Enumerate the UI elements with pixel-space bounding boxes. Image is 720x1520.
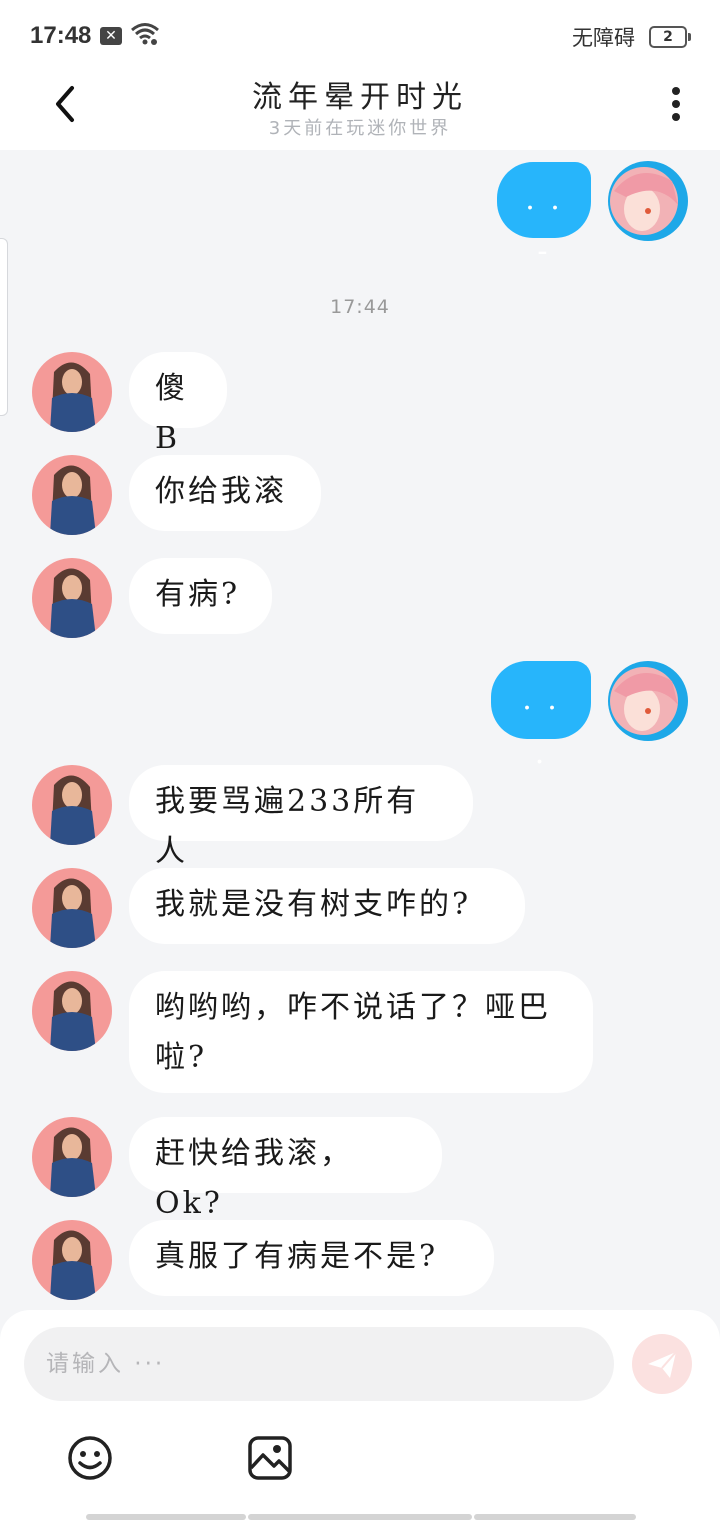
- friend-avatar[interactable]: [32, 1117, 112, 1197]
- friend-message-bubble[interactable]: 赶快给我滚，Ok?: [129, 1117, 442, 1221]
- friend-avatar[interactable]: [32, 455, 112, 535]
- my-avatar[interactable]: [608, 661, 688, 741]
- friend-message-bubble[interactable]: 你给我滚: [129, 455, 321, 531]
- more-dot: [672, 87, 680, 95]
- chat-title: 流年晕开时光: [252, 80, 468, 115]
- emoji-button[interactable]: [66, 1434, 114, 1482]
- nav-gesture-bar: [248, 1514, 472, 1520]
- my-message-bubble[interactable]: . . -: [497, 162, 591, 269]
- smiley-icon: [68, 1436, 112, 1480]
- status-time: 17:48: [30, 22, 92, 49]
- friend-avatar[interactable]: [32, 868, 112, 948]
- notification-icon: ✕: [100, 27, 122, 45]
- chat-header: 流年晕开时光 3天前在玩迷你世界: [0, 70, 720, 150]
- friend-message-bubble[interactable]: 有病?: [129, 558, 272, 634]
- battery-icon: 2: [649, 26, 691, 48]
- nav-gesture-bar: [474, 1514, 636, 1520]
- friend-message-bubble[interactable]: 哟哟哟，咋不说话了？哑巴啦?: [129, 971, 593, 1093]
- message-timestamp: 17:44: [330, 296, 390, 318]
- friend-avatar[interactable]: [32, 765, 112, 845]
- more-dot: [672, 113, 680, 121]
- my-avatar[interactable]: [608, 161, 688, 241]
- more-options-button[interactable]: [660, 82, 692, 126]
- my-message-bubble[interactable]: . . .: [491, 661, 591, 771]
- friend-message-bubble[interactable]: 傻B: [129, 352, 227, 456]
- paper-plane-icon: [648, 1351, 677, 1378]
- message-input-wrapper: [24, 1327, 614, 1401]
- more-dot: [672, 100, 680, 108]
- chat-subtitle: 3天前在玩迷你世界: [268, 118, 452, 139]
- image-button[interactable]: [246, 1434, 294, 1482]
- friend-avatar[interactable]: [32, 558, 112, 638]
- wifi-icon: [130, 22, 160, 50]
- accessibility-label: 无障碍: [572, 26, 635, 50]
- friend-avatar[interactable]: [32, 971, 112, 1051]
- send-button[interactable]: [632, 1334, 692, 1394]
- nav-gesture-bar: [86, 1514, 246, 1520]
- status-bar: 17:48 ✕ 无障碍 2: [0, 0, 720, 70]
- friend-avatar[interactable]: [32, 352, 112, 432]
- friend-message-bubble[interactable]: 真服了有病是不是?: [129, 1220, 494, 1296]
- composer-bar: [0, 1310, 720, 1520]
- message-input[interactable]: [24, 1327, 608, 1401]
- friend-avatar[interactable]: [32, 1220, 112, 1300]
- image-icon: [248, 1436, 292, 1480]
- chat-message-list[interactable]: . . - 17:44 傻B 你给我滚 有病? . . . 我要骂遍233所有人…: [0, 150, 720, 1310]
- friend-message-bubble[interactable]: 我要骂遍233所有人: [129, 765, 473, 869]
- friend-message-bubble[interactable]: 我就是没有树支咋的?: [129, 868, 525, 944]
